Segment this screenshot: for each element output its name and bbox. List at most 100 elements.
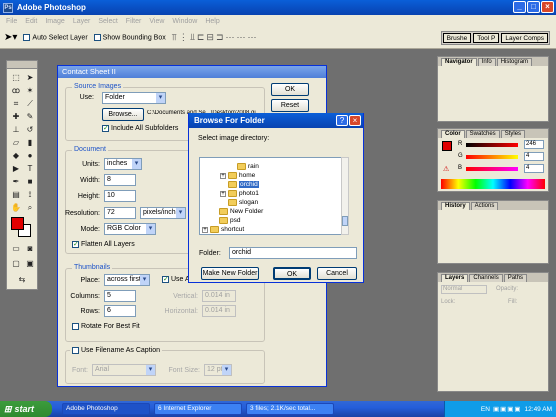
mode-select[interactable]: RGB Color: [104, 223, 156, 235]
align-buttons[interactable]: ⫪ ⋮ ⫫ ⊏ ⊟ ⊐ ⋯ ⋯ ⋯: [172, 32, 257, 43]
bounding-box-checkbox[interactable]: Show Bounding Box: [93, 33, 166, 41]
palette-well-tab[interactable]: Tool P: [473, 33, 500, 43]
path-select-icon[interactable]: ▶: [10, 163, 22, 174]
folder-tree-item[interactable]: orchid: [220, 180, 259, 189]
stamp-tool-icon[interactable]: ⊥: [10, 124, 22, 135]
close-button[interactable]: ×: [541, 1, 554, 13]
folder-tree[interactable]: rain + home orchid + photo1 slogan New Folder ps…: [199, 157, 349, 235]
tab-color[interactable]: Color: [441, 130, 465, 138]
folder-tree-item[interactable]: + home: [220, 171, 255, 180]
pen-tool-icon[interactable]: ✒: [10, 176, 22, 187]
height-field[interactable]: 10: [104, 190, 136, 202]
include-subfolders-checkbox[interactable]: Include All Subfolders: [102, 125, 178, 132]
menu-help[interactable]: Help: [205, 18, 219, 25]
font-size-select[interactable]: 12 pt: [204, 364, 232, 376]
resolution-unit-select[interactable]: pixels/inch: [140, 207, 186, 219]
language-indicator[interactable]: EN: [481, 406, 490, 413]
maximize-button[interactable]: □: [527, 1, 540, 13]
make-new-folder-button[interactable]: Make New Folder: [201, 267, 259, 280]
type-tool-icon[interactable]: T: [24, 163, 36, 174]
toolbox-grip[interactable]: [7, 61, 37, 69]
palette-well-tab[interactable]: Layer Comps: [501, 33, 548, 43]
width-field[interactable]: 8: [104, 174, 136, 186]
expand-icon[interactable]: +: [220, 172, 226, 179]
folder-tree-item[interactable]: New Folder: [211, 207, 263, 216]
contact-reset-button[interactable]: Reset: [271, 99, 309, 112]
healing-brush-icon[interactable]: ✚: [10, 111, 22, 122]
tab-styles[interactable]: Styles: [500, 130, 526, 138]
taskbar-item-photoshop[interactable]: Adobe Photoshop: [62, 403, 150, 415]
contact-ok-button[interactable]: OK: [271, 83, 309, 96]
r-value[interactable]: 246: [524, 140, 544, 149]
move-tool-icon[interactable]: ➤: [24, 72, 36, 83]
b-slider[interactable]: [466, 167, 518, 171]
tab-history[interactable]: History: [441, 202, 470, 210]
jump-to-imageready-icon[interactable]: ⇆: [16, 274, 28, 285]
menu-file[interactable]: File: [6, 18, 17, 25]
font-select[interactable]: Arial: [92, 364, 156, 376]
tab-histogram[interactable]: Histogram: [496, 58, 533, 66]
eyedropper-icon[interactable]: ⟟: [24, 189, 36, 200]
dodge-tool-icon[interactable]: ●: [24, 150, 36, 161]
crop-tool-icon[interactable]: ⌗: [10, 98, 22, 109]
history-brush-icon[interactable]: ↺: [24, 124, 36, 135]
b-value[interactable]: 4: [524, 164, 544, 173]
use-caption-checkbox[interactable]: Use Filename As Caption: [70, 347, 162, 354]
standard-mode-icon[interactable]: ▭: [10, 243, 22, 254]
menu-window[interactable]: Window: [172, 18, 197, 25]
rows-field[interactable]: 6: [104, 305, 136, 317]
eraser-tool-icon[interactable]: ▱: [10, 137, 22, 148]
rotate-best-fit-checkbox[interactable]: Rotate For Best Fit: [72, 323, 140, 330]
menu-edit[interactable]: Edit: [25, 18, 37, 25]
help-button[interactable]: ?: [336, 115, 348, 126]
marquee-tool-icon[interactable]: ⬚: [10, 72, 22, 83]
color-fg-swatch[interactable]: [442, 141, 452, 151]
tab-swatches[interactable]: Swatches: [465, 130, 500, 138]
magic-wand-icon[interactable]: ✶: [24, 85, 36, 96]
notes-tool-icon[interactable]: ▤: [10, 189, 22, 200]
tab-layers[interactable]: Layers: [441, 274, 469, 282]
folder-tree-item[interactable]: psd: [211, 216, 240, 225]
move-tool-icon[interactable]: ➤▾: [4, 32, 17, 43]
r-slider[interactable]: [466, 143, 518, 147]
tree-scrollbar[interactable]: [341, 157, 349, 235]
tab-actions[interactable]: Actions: [470, 202, 499, 210]
browse-close-button[interactable]: ×: [349, 115, 361, 126]
use-select[interactable]: Folder: [102, 92, 166, 104]
folder-tree-item[interactable]: slogan: [220, 198, 258, 207]
taskbar-item-transfer[interactable]: 3 files; 2.1K/sec total...: [246, 403, 334, 415]
browse-cancel-button[interactable]: Cancel: [317, 267, 357, 280]
screen-mode-icon[interactable]: ▢: [10, 258, 22, 269]
tray-icons[interactable]: ▣▣▣▣: [493, 405, 522, 413]
brush-tool-icon[interactable]: ✎: [24, 111, 36, 122]
taskbar-item-ie[interactable]: 6 Internet Explorer: [154, 403, 242, 415]
tab-info[interactable]: Info: [477, 58, 496, 66]
start-button[interactable]: ⊞ start: [0, 401, 52, 417]
folder-field[interactable]: orchid: [229, 247, 357, 259]
blend-mode-select[interactable]: Normal: [441, 285, 487, 294]
units-select[interactable]: inches: [104, 158, 142, 170]
folder-tree-item[interactable]: + photo1: [220, 189, 259, 198]
folder-tree-item[interactable]: + shortcut: [202, 225, 244, 234]
palette-well-tab[interactable]: Brushe: [442, 33, 472, 43]
minimize-button[interactable]: _: [513, 1, 526, 13]
place-select[interactable]: across first: [104, 274, 150, 286]
menu-view[interactable]: View: [149, 18, 164, 25]
hand-tool-icon[interactable]: ✋: [10, 202, 22, 213]
expand-icon[interactable]: +: [220, 190, 226, 197]
foreground-color-swatch[interactable]: [11, 217, 24, 230]
expand-icon[interactable]: +: [202, 226, 208, 233]
use-auto-spacing-checkbox[interactable]: Use A: [162, 276, 190, 283]
g-slider[interactable]: [466, 155, 518, 159]
menu-image[interactable]: Image: [45, 18, 64, 25]
blur-tool-icon[interactable]: ◆: [10, 150, 22, 161]
lasso-tool-icon[interactable]: ꝏ: [10, 85, 22, 96]
resolution-field[interactable]: 72: [104, 207, 136, 219]
flatten-layers-checkbox[interactable]: Flatten All Layers: [72, 241, 135, 248]
shape-tool-icon[interactable]: ■: [24, 176, 36, 187]
slice-tool-icon[interactable]: ⟋: [24, 98, 36, 109]
menu-select[interactable]: Select: [98, 18, 117, 25]
browse-button[interactable]: Browse...: [102, 108, 144, 121]
vertical-field[interactable]: 0.014 in: [202, 290, 236, 302]
horizontal-field[interactable]: 0.014 in: [202, 305, 236, 317]
